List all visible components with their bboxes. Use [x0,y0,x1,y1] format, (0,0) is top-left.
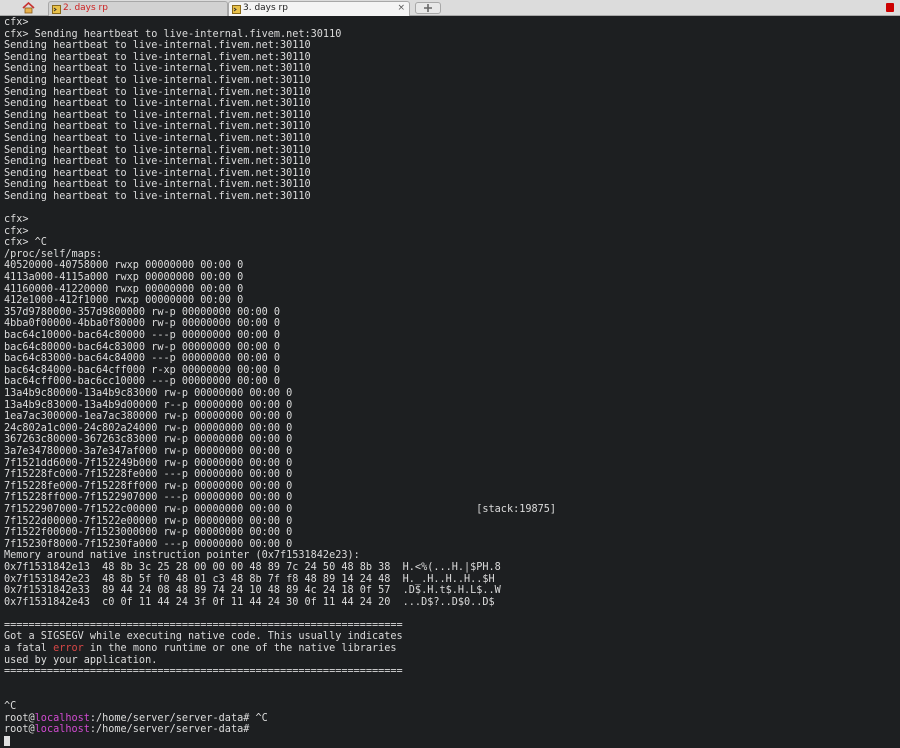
terminal-line: bac64c84000-bac64cff000 r-xp 00000000 00… [4,364,281,376]
terminal-line: Sending heartbeat to live-internal.fivem… [4,51,311,63]
terminal-line: Sending heartbeat to live-internal.fivem… [4,86,311,98]
terminal-line: 357d9780000-357d9800000 rw-p 00000000 00… [4,306,281,318]
terminal-line: 13a4b9c83000-13a4b9d00000 r--p 00000000 … [4,399,293,411]
terminal-line: Sending heartbeat to live-internal.fivem… [4,74,311,86]
terminal-line: bac64c10000-bac64c80000 ---p 00000000 00… [4,330,281,342]
terminal-line: Sending heartbeat to live-internal.fivem… [4,144,311,156]
terminal-line: Sending heartbeat to live-internal.fivem… [4,167,311,179]
terminal-line: 7f15228fe000-7f15228ff000 rw-p 00000000 … [4,480,293,492]
tab-2-days-rp[interactable]: 2. days rp [48,1,228,16]
terminal-line: bac64c83000-bac64c84000 ---p 00000000 00… [4,353,281,365]
hostname: localhost [34,712,90,724]
terminal-line: 0x7f1531842e13 48 8b 3c 25 28 00 00 00 4… [4,561,501,573]
terminal-line: Sending heartbeat to live-internal.fivem… [4,179,311,191]
terminal-prompt-line [0,735,900,748]
tab-3-days-rp[interactable]: 3. days rp × [228,1,410,16]
terminal-tab-icon [232,5,241,14]
terminal-line: 412e1000-412f1000 rwxp 00000000 00:00 0 [4,295,244,307]
new-tab-button[interactable] [415,2,441,14]
terminal-line: Got a SIGSEGV while executing native cod… [4,631,403,643]
terminal-line: bac64cff000-bac6cc10000 ---p 00000000 00… [4,376,281,388]
text-cursor [4,735,10,746]
terminal-line: 7f1521dd6000-7f152249b000 rw-p 00000000 … [4,457,293,469]
terminal-line: 0x7f1531842e23 48 8b 5f f0 48 01 c3 48 8… [4,573,495,585]
terminal-line: 40520000-40758000 rwxp 00000000 00:00 0 [4,260,244,272]
close-tab-icon[interactable]: × [397,2,405,15]
terminal-line: 3a7e34780000-3a7e347af000 rw-p 00000000 … [4,445,293,457]
terminal-line: Sending heartbeat to live-internal.fivem… [4,109,311,121]
tab-label: 3. days rp [243,3,288,13]
terminal-line: 0x7f1531842e33 89 44 24 08 48 89 74 24 1… [4,585,501,597]
terminal-line: root@localhost:/home/server/server-data# [4,724,256,736]
terminal-line: 7f1522d00000-7f1522e00000 rw-p 00000000 … [4,515,293,527]
terminal-output[interactable]: cfx> cfx> Sending heartbeat to live-inte… [0,17,900,746]
terminal-line: 1ea7ac300000-1ea7ac380000 rw-p 00000000 … [4,411,293,423]
terminal-line: Sending heartbeat to live-internal.fivem… [4,40,311,52]
home-icon [21,2,35,14]
terminal-line: 7f1522f00000-7f1523000000 rw-p 00000000 … [4,527,293,539]
terminal-line: cfx> [4,17,29,28]
terminal-line: 4bba0f00000-4bba0f80000 rw-p 00000000 00… [4,318,281,330]
terminal-line: ^C [4,701,17,713]
terminal-line: 13a4b9c80000-13a4b9c83000 rw-p 00000000 … [4,388,293,399]
terminal-line: Sending heartbeat to live-internal.fivem… [4,190,311,202]
terminal-line: 367263c80000-367263c83000 rw-p 00000000 … [4,434,293,446]
tab-bar: 2. days rp 3. days rp × [0,0,900,16]
home-button[interactable] [4,1,52,15]
terminal-line: 7f15230f8000-7f15230fa000 ---p 00000000 … [4,538,293,550]
terminal-line: cfx> Sending heartbeat to live-internal.… [4,28,342,40]
plus-icon [424,4,432,12]
terminal-line: ========================================… [4,619,403,631]
terminal-line: 4113a000-4115a000 rwxp 00000000 00:00 0 [4,272,244,284]
terminal-line: Memory around native instruction pointer… [4,550,360,562]
terminal-line: 24c802a1c000-24c802a24000 rw-p 00000000 … [4,422,293,434]
error-word: error [53,643,84,655]
terminal-line: Sending heartbeat to live-internal.fivem… [4,98,311,110]
tab-label: 2. days rp [63,3,108,13]
terminal-line: a fatal error in the mono runtime or one… [4,643,397,655]
terminal-line: Sending heartbeat to live-internal.fivem… [4,63,311,75]
hostname: localhost [34,724,90,736]
terminal-line: root@localhost:/home/server/server-data#… [4,712,268,724]
terminal-line: cfx> [4,225,29,237]
terminal-line: 7f15228ff000-7f1522907000 ---p 00000000 … [4,492,293,504]
terminal-line: Sending heartbeat to live-internal.fivem… [4,156,311,168]
terminal-line: 7f1522907000-7f1522c00000 rw-p 00000000 … [4,503,557,515]
terminal-line: used by your application. [4,654,158,666]
terminal-line: 0x7f1531842e43 c0 0f 11 44 24 3f 0f 11 4… [4,596,495,608]
terminal-line: cfx> [4,214,29,226]
terminal-line: bac64c80000-bac64c83000 rw-p 00000000 00… [4,341,281,353]
terminal-line: cfx> ^C [4,237,47,249]
terminal-line: Sending heartbeat to live-internal.fivem… [4,121,311,133]
terminal-line: 41160000-41220000 rwxp 00000000 00:00 0 [4,283,244,295]
terminal-tab-icon [52,5,61,14]
tab-scroll-icon[interactable] [886,3,894,12]
terminal-line: 7f15228fc000-7f15228fe000 ---p 00000000 … [4,469,293,481]
terminal-line: Sending heartbeat to live-internal.fivem… [4,132,311,144]
terminal-line: /proc/self/maps: [4,248,103,260]
terminal-line: ========================================… [4,666,403,678]
